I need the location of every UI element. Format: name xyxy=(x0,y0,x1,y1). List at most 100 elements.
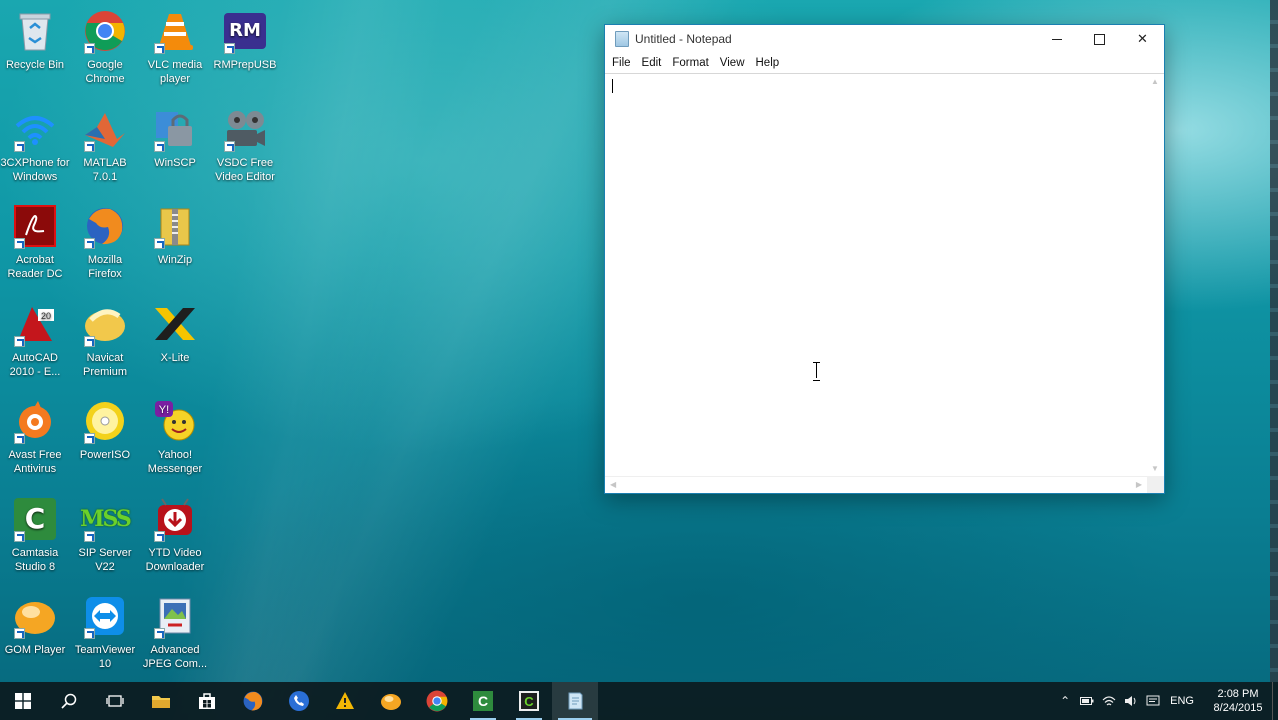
menu-file[interactable]: File xyxy=(607,57,636,69)
sip-server-icon: MSS xyxy=(80,496,132,542)
desktop-icon-label: AutoCAD 2010 - E... xyxy=(9,352,61,378)
text-editor[interactable] xyxy=(605,74,1147,476)
svg-text:20: 20 xyxy=(41,311,51,321)
scroll-down-icon[interactable]: ▼ xyxy=(1151,464,1159,473)
chrome-icon xyxy=(426,690,448,712)
maximize-button[interactable] xyxy=(1078,25,1121,53)
matlab-icon xyxy=(82,106,128,152)
scroll-up-icon[interactable]: ▲ xyxy=(1151,77,1159,86)
ibeam-cursor-icon xyxy=(813,362,821,381)
desktop-icon-chrome[interactable]: Google Chrome xyxy=(70,2,140,92)
desktop-icon-label: Navicat Premium xyxy=(82,352,127,378)
desktop-icon-label: Google Chrome xyxy=(85,59,125,85)
desktop-icon-vlc[interactable]: VLC media player xyxy=(140,2,210,92)
wifi-icon[interactable] xyxy=(1098,695,1120,707)
desktop-icon-camtasia[interactable]: C Camtasia Studio 8 xyxy=(0,490,70,580)
menu-format[interactable]: Format xyxy=(667,57,713,69)
desktop-icon-label: WinSCP xyxy=(154,157,196,169)
taskbar-camtasia-recorder[interactable]: C xyxy=(506,682,552,720)
vertical-scrollbar[interactable]: ▲ ▼ xyxy=(1147,74,1164,476)
store-icon xyxy=(199,693,215,709)
desktop-icon-avast[interactable]: Avast Free Antivirus xyxy=(0,392,70,482)
avast-icon xyxy=(12,398,58,444)
desktop-icon-navicat[interactable]: Navicat Premium xyxy=(70,295,140,385)
desktop-icon-label: TeamViewer 10 xyxy=(74,644,136,670)
desktop-icon-label: Acrobat Reader DC xyxy=(7,254,63,280)
task-view-button[interactable] xyxy=(92,682,138,720)
battery-icon[interactable] xyxy=(1076,696,1098,706)
camtasia-icon: C xyxy=(473,691,493,711)
notepad-icon xyxy=(568,692,583,710)
desktop-icon-vsdc[interactable]: VSDC Free Video Editor xyxy=(210,100,280,190)
taskbar-notepad[interactable] xyxy=(552,682,598,720)
volume-icon[interactable] xyxy=(1120,695,1142,707)
desktop-icon-poweriso[interactable]: PowerISO xyxy=(70,392,140,482)
desktop-icon-firefox[interactable]: Mozilla Firefox xyxy=(70,197,140,287)
notepad-window[interactable]: Untitled - Notepad ✕ File Edit Format Vi… xyxy=(604,24,1165,494)
window-title: Untitled - Notepad xyxy=(635,32,732,46)
menu-edit[interactable]: Edit xyxy=(637,57,667,69)
teamviewer-icon xyxy=(82,593,128,639)
search-button[interactable] xyxy=(46,682,92,720)
gom-player-icon xyxy=(12,593,58,639)
desktop-icon-teamviewer[interactable]: TeamViewer 10 xyxy=(70,587,140,677)
minimize-button[interactable] xyxy=(1035,25,1078,53)
desktop-icon-rmprepusb[interactable]: RM RMPrepUSB xyxy=(210,2,280,92)
clock[interactable]: 2:08 PM 8/24/2015 xyxy=(1204,687,1272,715)
recycle-bin-icon xyxy=(12,8,58,54)
desktop-icon-autocad[interactable]: 20 AutoCAD 2010 - E... xyxy=(0,295,70,385)
desktop-icon-label: Advanced JPEG Com... xyxy=(142,644,208,670)
chrome-icon xyxy=(82,8,128,54)
desktop-icon-label: Mozilla Firefox xyxy=(87,254,123,280)
desktop-icon-jpeg-compressor[interactable]: Advanced JPEG Com... xyxy=(140,587,210,677)
resize-grip[interactable] xyxy=(1147,476,1164,493)
desktop-icon-label: Yahoo! Messenger xyxy=(147,449,203,475)
horizontal-scrollbar[interactable]: ◀ ▶ xyxy=(605,476,1147,493)
desktop-icon-label: WinZip xyxy=(157,254,193,266)
taskbar: C C ⌃ ENG 2:08 PM 8/24/2015 xyxy=(0,682,1278,720)
scroll-right-icon[interactable]: ▶ xyxy=(1136,480,1142,489)
desktop-icon-yahoo-messenger[interactable]: Y! Yahoo! Messenger xyxy=(140,392,210,482)
taskbar-firefox[interactable] xyxy=(230,682,276,720)
xlite-icon xyxy=(152,301,198,347)
taskbar-store[interactable] xyxy=(184,682,230,720)
winzip-icon xyxy=(152,203,198,249)
desktop-icon-winzip[interactable]: WinZip xyxy=(140,197,210,287)
close-button[interactable]: ✕ xyxy=(1121,25,1164,53)
desktop-icon-gom-player[interactable]: GOM Player xyxy=(0,587,70,677)
desktop-icon-label: GOM Player xyxy=(4,644,66,656)
desktop-icon-recycle-bin[interactable]: Recycle Bin xyxy=(0,2,70,92)
desktop-icon-acrobat[interactable]: Acrobat Reader DC xyxy=(0,197,70,287)
windows-logo-icon xyxy=(15,693,31,709)
search-icon xyxy=(61,693,77,709)
taskbar-camtasia[interactable]: C xyxy=(460,682,506,720)
show-hidden-icons-icon[interactable]: ⌃ xyxy=(1054,694,1076,708)
show-desktop-button[interactable] xyxy=(1272,682,1278,720)
start-button[interactable] xyxy=(0,682,46,720)
scroll-left-icon[interactable]: ◀ xyxy=(610,480,616,489)
clock-date: 8/24/2015 xyxy=(1213,702,1263,714)
desktop-icon-sip-server[interactable]: MSS SIP Server V22 xyxy=(70,490,140,580)
desktop-icon-label: Camtasia Studio 8 xyxy=(11,547,59,573)
desktop-icon-3cxphone[interactable]: 3CXPhone for Windows xyxy=(0,100,70,190)
menu-help[interactable]: Help xyxy=(751,57,785,69)
menu-bar: File Edit Format View Help xyxy=(605,53,1164,73)
desktop-icon-xlite[interactable]: X-Lite xyxy=(140,295,210,385)
taskbar-file-explorer[interactable] xyxy=(138,682,184,720)
taskbar-avast[interactable] xyxy=(322,682,368,720)
action-center-icon[interactable] xyxy=(1142,695,1164,707)
taskbar-gom-player[interactable] xyxy=(368,682,414,720)
3cxphone-icon xyxy=(12,106,58,152)
desktop-icon-winscp[interactable]: WinSCP xyxy=(140,100,210,190)
desktop-icon-matlab[interactable]: MATLAB 7.0.1 xyxy=(70,100,140,190)
title-bar[interactable]: Untitled - Notepad ✕ xyxy=(605,25,1164,53)
vlc-icon xyxy=(152,8,198,54)
desktop-icon-ytd[interactable]: YTD Video Downloader xyxy=(140,490,210,580)
system-tray: ⌃ ENG 2:08 PM 8/24/2015 xyxy=(1054,682,1278,720)
taskbar-chrome[interactable] xyxy=(414,682,460,720)
autocad-icon: 20 xyxy=(12,301,58,347)
menu-view[interactable]: View xyxy=(715,57,750,69)
taskbar-3cxphone[interactable] xyxy=(276,682,322,720)
camtasia-recorder-icon: C xyxy=(519,691,539,711)
input-language[interactable]: ENG xyxy=(1164,695,1204,707)
